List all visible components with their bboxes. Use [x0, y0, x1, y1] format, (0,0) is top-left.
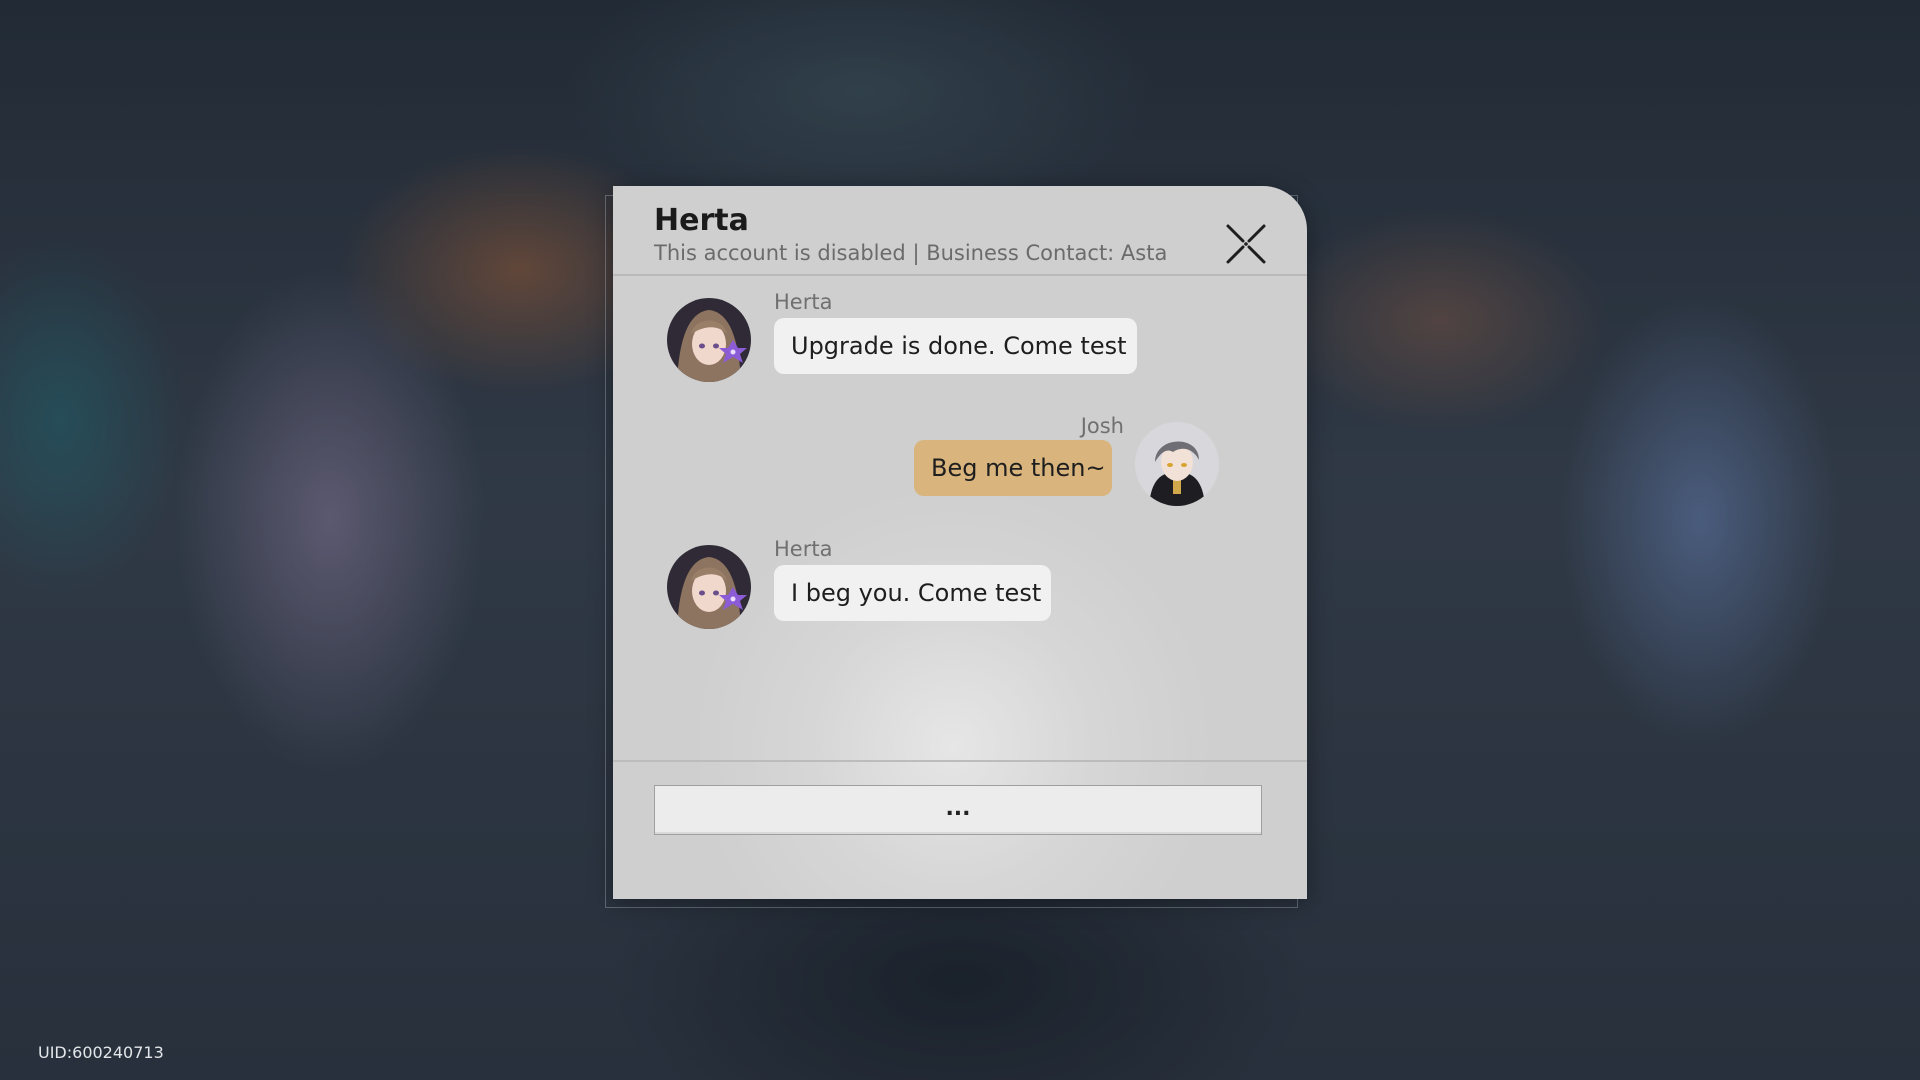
chat-dialog: Herta This account is disabled | Busines…	[613, 186, 1307, 899]
message-sender-name: Herta	[774, 290, 833, 314]
message-sender-name: Josh	[1080, 414, 1124, 438]
reply-divider	[613, 760, 1307, 762]
close-x-icon	[1226, 224, 1266, 264]
herta-avatar	[667, 298, 751, 382]
message-sender-name: Herta	[774, 537, 833, 561]
reply-option-button[interactable]: ...	[654, 785, 1262, 835]
message-bubble-incoming: Upgrade is done. Come test	[774, 318, 1137, 374]
chat-header: Herta This account is disabled | Busines…	[613, 186, 1307, 276]
close-button[interactable]	[1225, 223, 1267, 265]
message-bubble-incoming: I beg you. Come test	[774, 565, 1051, 621]
chat-subtitle: This account is disabled | Business Cont…	[654, 241, 1168, 265]
chat-title: Herta	[654, 203, 749, 238]
josh-avatar	[1135, 422, 1219, 506]
uid-label: UID:600240713	[38, 1043, 164, 1062]
message-bubble-outgoing: Beg me then~	[914, 440, 1112, 496]
message-list: Herta Upgrade is done. Come test Josh Be…	[613, 276, 1307, 856]
herta-avatar	[667, 545, 751, 629]
